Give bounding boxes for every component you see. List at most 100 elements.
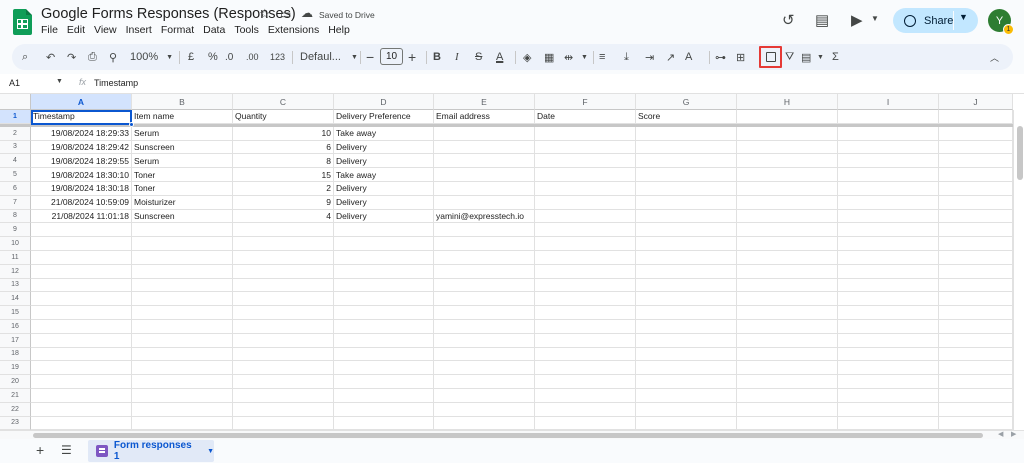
cell-h22[interactable]	[737, 402, 838, 417]
cell-e23[interactable]	[434, 416, 535, 430]
name-box[interactable]: A1	[9, 78, 20, 88]
cell-i17[interactable]	[838, 333, 939, 348]
cell-h17[interactable]	[737, 333, 838, 348]
search-menus-icon[interactable]: ⌕	[22, 44, 28, 70]
fill-handle[interactable]	[129, 122, 134, 127]
cell-d5[interactable]: Take away	[334, 168, 434, 182]
cell-a13[interactable]	[31, 278, 132, 293]
cell-h8[interactable]	[737, 209, 838, 224]
cell-g15[interactable]	[636, 306, 737, 320]
cell-f1[interactable]: Date	[535, 110, 636, 124]
cell-h16[interactable]	[737, 320, 838, 334]
cell-c14[interactable]	[233, 292, 334, 307]
menu-help[interactable]: Help	[328, 24, 350, 36]
scroll-right-icon[interactable]: ▶	[1011, 430, 1016, 438]
cell-g18[interactable]	[636, 347, 737, 362]
increase-decimal-button[interactable]: .00	[246, 44, 259, 70]
cell-a6[interactable]: 19/08/2024 18:30:18	[31, 182, 132, 196]
undo-icon[interactable]: ↶	[46, 44, 55, 70]
cell-d12[interactable]	[334, 264, 434, 279]
cell-d1[interactable]: Delivery Preference	[334, 110, 434, 124]
cell-a16[interactable]	[31, 320, 132, 334]
cell-j12[interactable]	[939, 264, 1013, 279]
cell-h5[interactable]	[737, 168, 838, 182]
cell-j2[interactable]	[939, 126, 1013, 141]
cell-g23[interactable]	[636, 416, 737, 430]
cell-b18[interactable]	[132, 347, 233, 362]
decrease-decimal-button[interactable]: .0	[225, 44, 233, 70]
row-header-19[interactable]: 19	[0, 361, 31, 376]
formula-input[interactable]: Timestamp	[94, 78, 138, 88]
cell-d3[interactable]: Delivery	[334, 140, 434, 155]
row-header-4[interactable]: 4	[0, 154, 31, 169]
cell-j20[interactable]	[939, 375, 1013, 389]
horizontal-align-icon[interactable]: ≡	[599, 44, 605, 70]
column-header-b[interactable]: B	[132, 94, 233, 110]
row-header-1[interactable]: 1	[0, 110, 31, 124]
cell-e12[interactable]	[434, 264, 535, 279]
increase-font-size-button[interactable]: +	[408, 44, 416, 70]
cell-f2[interactable]	[535, 126, 636, 141]
meet-dropdown-icon[interactable]: ▼	[871, 14, 879, 23]
vertical-align-icon[interactable]: ⤓	[624, 44, 629, 70]
row-header-14[interactable]: 14	[0, 292, 31, 307]
cell-g11[interactable]	[636, 251, 737, 265]
cell-j11[interactable]	[939, 251, 1013, 265]
cell-c22[interactable]	[233, 402, 334, 417]
cell-b4[interactable]: Serum	[132, 154, 233, 169]
cell-b21[interactable]	[132, 389, 233, 403]
cell-h21[interactable]	[737, 389, 838, 403]
cell-g12[interactable]	[636, 264, 737, 279]
cell-f7[interactable]	[535, 195, 636, 210]
fill-color-icon[interactable]: ◈	[523, 44, 531, 70]
cell-c2[interactable]: 10	[233, 126, 334, 141]
column-header-f[interactable]: F	[535, 94, 636, 110]
cell-g6[interactable]	[636, 182, 737, 196]
cell-g3[interactable]	[636, 140, 737, 155]
row-header-15[interactable]: 15	[0, 306, 31, 320]
cell-d7[interactable]: Delivery	[334, 195, 434, 210]
functions-font-color-icon[interactable]: A	[685, 44, 692, 70]
insert-link-icon[interactable]: ⊶	[715, 44, 726, 70]
cell-c23[interactable]	[233, 416, 334, 430]
version-history-icon[interactable]: ↺	[782, 11, 795, 29]
cell-e11[interactable]	[434, 251, 535, 265]
cell-j18[interactable]	[939, 347, 1013, 362]
font-family-select[interactable]: Defaul... ▼	[300, 44, 358, 70]
cell-c1[interactable]: Quantity	[233, 110, 334, 124]
cell-d16[interactable]	[334, 320, 434, 334]
currency-button[interactable]: £	[188, 44, 194, 70]
cell-g7[interactable]	[636, 195, 737, 210]
cell-h18[interactable]	[737, 347, 838, 362]
cell-h11[interactable]	[737, 251, 838, 265]
cell-a9[interactable]	[31, 223, 132, 238]
column-header-g[interactable]: G	[636, 94, 737, 110]
text-color-button[interactable]: A	[496, 44, 503, 70]
merge-cells-icon[interactable]: ⇹	[564, 44, 573, 70]
cell-h23[interactable]	[737, 416, 838, 430]
cell-f18[interactable]	[535, 347, 636, 362]
column-header-a[interactable]: A	[31, 94, 132, 110]
cell-i3[interactable]	[838, 140, 939, 155]
cell-a5[interactable]: 19/08/2024 18:30:10	[31, 168, 132, 182]
cell-g13[interactable]	[636, 278, 737, 293]
cell-c4[interactable]: 8	[233, 154, 334, 169]
cell-a10[interactable]	[31, 237, 132, 251]
cell-g20[interactable]	[636, 375, 737, 389]
cell-e13[interactable]	[434, 278, 535, 293]
cell-d15[interactable]	[334, 306, 434, 320]
cell-b13[interactable]	[132, 278, 233, 293]
cell-e8[interactable]: yamini@expresstech.io	[434, 209, 535, 224]
column-header-j[interactable]: J	[939, 94, 1013, 110]
cell-d14[interactable]	[334, 292, 434, 307]
row-header-6[interactable]: 6	[0, 182, 31, 196]
row-header-10[interactable]: 10	[0, 237, 31, 251]
cell-j14[interactable]	[939, 292, 1013, 307]
cell-g22[interactable]	[636, 402, 737, 417]
cell-g5[interactable]	[636, 168, 737, 182]
cell-b2[interactable]: Serum	[132, 126, 233, 141]
row-header-18[interactable]: 18	[0, 347, 31, 362]
sheets-logo-icon[interactable]	[13, 9, 32, 35]
cell-f21[interactable]	[535, 389, 636, 403]
cell-i5[interactable]	[838, 168, 939, 182]
